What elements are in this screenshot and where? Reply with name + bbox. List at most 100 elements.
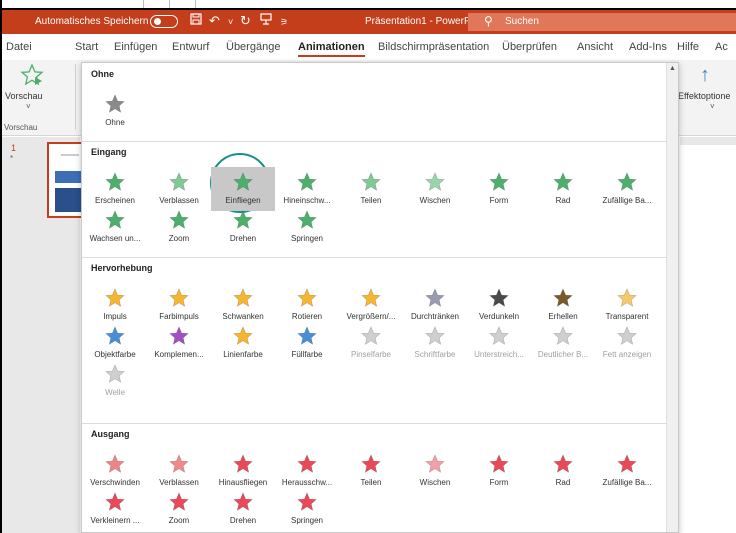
slide-thumbnails-pane: 1 * <box>2 137 87 533</box>
star-icon <box>297 288 317 307</box>
effect-emphasis-item: Welle <box>83 359 147 403</box>
star-icon <box>297 210 317 229</box>
effect-emphasis-item: Deutlicher B... <box>531 321 595 365</box>
star-icon <box>425 326 445 345</box>
effect-label: Wischen <box>419 478 451 487</box>
section-separator <box>82 257 667 258</box>
star-icon <box>169 326 189 345</box>
tab-ac[interactable]: Ac <box>715 41 728 53</box>
effect-entrance-item[interactable]: Teilen <box>339 167 403 211</box>
effect-label: Komplemen... <box>154 350 204 359</box>
chevron-down-icon[interactable]: ˅ <box>26 102 31 111</box>
effect-emphasis-item[interactable]: Komplemen... <box>147 321 211 365</box>
effect-label: Hinausfliegen <box>218 478 268 487</box>
effect-none-item[interactable]: Ohne <box>83 89 147 133</box>
effect-emphasis-item[interactable]: Linienfarbe <box>211 321 275 365</box>
tab-bildschirmpräsentation[interactable]: Bildschirmpräsentation <box>378 41 489 53</box>
effect-entrance-item[interactable]: Form <box>467 167 531 211</box>
effect-label: Form <box>489 196 509 205</box>
thumbnail-title-line <box>61 154 79 156</box>
effect-label: Welle <box>105 388 125 397</box>
save-icon[interactable] <box>190 13 202 28</box>
tab-überprüfen[interactable]: Überprüfen <box>502 41 557 53</box>
search-icon: ⚲ <box>484 14 493 28</box>
star-icon <box>233 326 253 345</box>
effect-entrance-item[interactable]: Zufällige Ba... <box>595 167 659 211</box>
star-icon <box>233 172 253 191</box>
effect-label: Erscheinen <box>94 196 136 205</box>
effect-exit-item[interactable]: Rad <box>531 449 595 493</box>
ribbon-divider <box>75 64 76 130</box>
tab-übergänge[interactable]: Übergänge <box>226 41 280 53</box>
effect-label: Schriftfarbe <box>414 350 456 359</box>
effect-label: Schwanken <box>222 312 264 321</box>
effect-exit-item[interactable]: Wischen <box>403 449 467 493</box>
preview-star-icon[interactable] <box>20 63 44 87</box>
effect-label: Herausschw... <box>281 478 333 487</box>
section-title-none: Ohne <box>91 69 115 79</box>
slide-canvas[interactable] <box>680 145 736 533</box>
effect-label: Form <box>489 478 509 487</box>
ribbon-tabs: Datei Start Einfügen Entwurf Übergänge Animat… <box>2 34 736 60</box>
effect-label: Drehen <box>229 516 257 525</box>
title-bar: Automatisches Speichern ↶ ˅ ↻ ⚞ Präsenta… <box>2 10 736 34</box>
gallery-scrollbar[interactable]: ▲ <box>666 63 678 532</box>
star-icon <box>425 454 445 473</box>
effect-label: Zoom <box>168 234 190 243</box>
effect-label: Zufällige Ba... <box>602 478 652 487</box>
present-icon[interactable] <box>260 13 272 28</box>
effect-options-group: ↑ Effektoptione ˅ <box>674 60 736 136</box>
effect-emphasis-item[interactable]: Füllfarbe <box>275 321 339 365</box>
effect-exit-item[interactable]: Form <box>467 449 531 493</box>
star-icon <box>489 288 509 307</box>
effect-exit-item[interactable]: Zufällige Ba... <box>595 449 659 493</box>
tab-ansicht[interactable]: Ansicht <box>577 41 613 53</box>
star-icon <box>105 210 125 229</box>
effect-label: Verblassen <box>159 478 199 487</box>
autosave-toggle[interactable] <box>150 15 178 28</box>
star-icon <box>489 326 509 345</box>
effect-entrance-item[interactable]: Zoom <box>147 205 211 249</box>
star-icon <box>361 326 381 345</box>
effect-exit-item[interactable]: Verkleinern ... <box>83 487 147 531</box>
star-icon <box>553 326 573 345</box>
effect-exit-item[interactable]: Springen <box>275 487 339 531</box>
tab-datei[interactable]: Datei <box>6 41 32 53</box>
star-icon <box>617 454 637 473</box>
tab-entwurf[interactable]: Entwurf <box>172 41 209 53</box>
effect-label: Rad <box>555 196 571 205</box>
effect-entrance-item[interactable]: Wischen <box>403 167 467 211</box>
effect-entrance-item[interactable]: Springen <box>275 205 339 249</box>
effect-exit-item[interactable]: Teilen <box>339 449 403 493</box>
star-icon <box>361 288 381 307</box>
effect-exit-item[interactable]: Zoom <box>147 487 211 531</box>
effect-label: Verdunkeln <box>478 312 520 321</box>
effect-exit-item[interactable]: Drehen <box>211 487 275 531</box>
tab-hilfe[interactable]: Hilfe <box>677 41 699 53</box>
customize-quick-access-icon[interactable]: ⚞ <box>280 17 288 28</box>
tab-einfügen[interactable]: Einfügen <box>114 41 157 53</box>
scroll-up-icon[interactable]: ▲ <box>669 65 676 72</box>
star-icon <box>297 326 317 345</box>
undo-dropdown-icon[interactable]: ˅ <box>228 17 233 27</box>
star-icon <box>425 288 445 307</box>
tab-start[interactable]: Start <box>75 41 98 53</box>
effect-label: Rotieren <box>291 312 323 321</box>
tab-animationen[interactable]: Animationen <box>298 41 365 57</box>
effect-label: Verschwinden <box>90 478 140 487</box>
redo-icon[interactable]: ↻ <box>240 13 251 29</box>
effect-entrance-item[interactable]: Drehen <box>211 205 275 249</box>
preview-button-label[interactable]: Vorschau <box>5 91 43 101</box>
star-icon <box>105 326 125 345</box>
search-box[interactable]: ⚲ Suchen <box>468 13 736 31</box>
effect-options-label[interactable]: Effektoptione <box>678 91 730 101</box>
effect-entrance-item[interactable]: Rad <box>531 167 595 211</box>
effect-label: Zoom <box>168 516 190 525</box>
effect-entrance-item[interactable]: Wachsen un... <box>83 205 147 249</box>
arrow-up-icon[interactable]: ↑ <box>700 64 710 87</box>
undo-icon[interactable]: ↶ <box>209 13 220 29</box>
tab-add-ins[interactable]: Add-Ins <box>629 41 667 53</box>
chevron-down-icon[interactable]: ˅ <box>710 102 715 111</box>
star-icon <box>617 326 637 345</box>
effect-label: Füllfarbe <box>291 350 323 359</box>
